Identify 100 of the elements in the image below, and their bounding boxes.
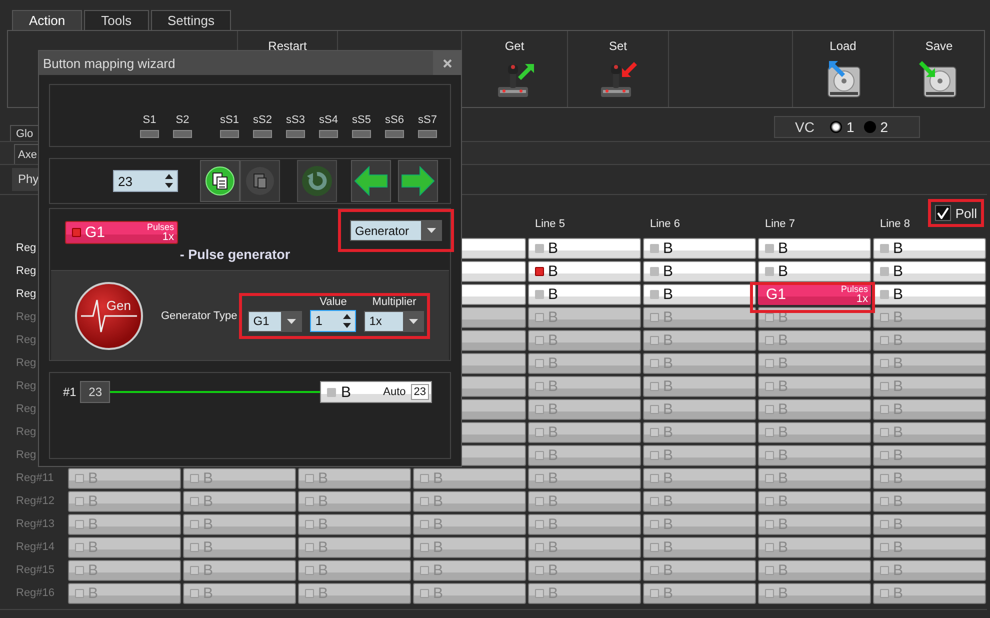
- mapping-cell[interactable]: B: [643, 261, 756, 282]
- mapping-cell[interactable]: B: [68, 514, 181, 535]
- mapping-cell[interactable]: B: [873, 491, 986, 512]
- mapping-cell[interactable]: B: [758, 514, 871, 535]
- mode-dropdown[interactable]: Generator: [350, 220, 442, 241]
- mapping-cell[interactable]: B: [873, 284, 986, 305]
- mapping-cell[interactable]: B: [643, 330, 756, 351]
- multiplier-dropdown[interactable]: 1x: [364, 310, 424, 332]
- mapping-cell[interactable]: B: [528, 284, 641, 305]
- mapping-cell[interactable]: B Auto 23: [320, 381, 432, 403]
- mapping-cell[interactable]: B: [528, 376, 641, 397]
- mapping-cell[interactable]: B: [758, 330, 871, 351]
- mapping-cell[interactable]: B: [68, 537, 181, 558]
- mapping-cell[interactable]: B: [413, 560, 526, 581]
- pulse-cell[interactable]: G1 Pulses 1x: [758, 284, 871, 305]
- mapping-cell[interactable]: B: [183, 468, 296, 489]
- mapping-cell[interactable]: B: [873, 307, 986, 328]
- mapping-cell[interactable]: B: [413, 468, 526, 489]
- mapping-cell[interactable]: B: [758, 468, 871, 489]
- toolbar-label[interactable]: Load: [830, 39, 856, 53]
- mapping-cell[interactable]: B: [528, 537, 641, 558]
- mapping-cell[interactable]: B: [528, 238, 641, 259]
- mapping-cell[interactable]: B: [528, 468, 641, 489]
- mapping-cell[interactable]: B: [758, 238, 871, 259]
- mapping-cell[interactable]: B: [758, 422, 871, 443]
- mapping-cell[interactable]: B: [183, 514, 296, 535]
- mapping-cell[interactable]: B: [758, 376, 871, 397]
- mapping-cell[interactable]: B: [643, 537, 756, 558]
- mapping-cell[interactable]: B: [758, 399, 871, 420]
- mapping-cell[interactable]: B: [873, 468, 986, 489]
- mapping-cell[interactable]: B: [528, 307, 641, 328]
- mapping-cell[interactable]: B: [643, 238, 756, 259]
- mapping-cell[interactable]: B: [528, 399, 641, 420]
- mapping-cell[interactable]: B: [758, 537, 871, 558]
- mapping-cell[interactable]: B: [298, 560, 411, 581]
- mapping-cell[interactable]: B: [183, 537, 296, 558]
- mapping-cell[interactable]: B: [758, 583, 871, 604]
- poll-checkbox[interactable]: Poll: [928, 199, 984, 227]
- mapping-cell[interactable]: B: [643, 399, 756, 420]
- radio-option[interactable]: 2: [864, 119, 888, 135]
- mapping-cell[interactable]: B: [643, 560, 756, 581]
- mapping-cell[interactable]: B: [68, 560, 181, 581]
- mapping-cell[interactable]: B: [873, 261, 986, 282]
- mapping-cell[interactable]: B: [528, 353, 641, 374]
- mapping-cell[interactable]: B: [643, 376, 756, 397]
- mapping-cell[interactable]: B: [758, 353, 871, 374]
- mapping-cell[interactable]: B: [643, 491, 756, 512]
- mapping-cell[interactable]: B: [873, 560, 986, 581]
- mapping-cell[interactable]: B: [68, 583, 181, 604]
- mapping-cell[interactable]: B: [413, 583, 526, 604]
- value-field[interactable]: 1: [310, 310, 356, 332]
- mapping-cell[interactable]: B: [643, 353, 756, 374]
- toolbar-label[interactable]: Set: [608, 39, 627, 53]
- mapping-cell[interactable]: B: [873, 238, 986, 259]
- mapping-cell[interactable]: B: [873, 445, 986, 466]
- mapping-cell[interactable]: B: [643, 307, 756, 328]
- tab[interactable]: Action: [12, 10, 82, 30]
- mapping-cell[interactable]: B: [183, 491, 296, 512]
- mapping-cell[interactable]: B: [873, 537, 986, 558]
- mapping-cell[interactable]: B: [298, 468, 411, 489]
- mapping-cell[interactable]: B: [413, 491, 526, 512]
- mapping-cell[interactable]: B: [298, 583, 411, 604]
- mapping-cell[interactable]: B: [758, 491, 871, 512]
- tool-button[interactable]: [200, 160, 240, 202]
- mapping-cell[interactable]: B: [413, 514, 526, 535]
- mapping-cell[interactable]: B: [528, 491, 641, 512]
- mapping-cell[interactable]: B: [68, 468, 181, 489]
- radio-option[interactable]: 1: [830, 119, 854, 135]
- number-field[interactable]: 23: [113, 170, 178, 192]
- mapping-cell[interactable]: B: [68, 491, 181, 512]
- mapping-cell[interactable]: B: [298, 514, 411, 535]
- mapping-cell[interactable]: B: [528, 330, 641, 351]
- mapping-cell[interactable]: B: [528, 445, 641, 466]
- mapping-cell[interactable]: B: [873, 422, 986, 443]
- tab[interactable]: Tools: [84, 10, 148, 30]
- mapping-cell[interactable]: B: [643, 284, 756, 305]
- toolbar-label[interactable]: Get: [504, 39, 524, 53]
- mapping-cell[interactable]: B: [873, 353, 986, 374]
- mapping-cell[interactable]: B: [758, 560, 871, 581]
- close-button[interactable]: [433, 51, 461, 75]
- mapping-cell[interactable]: B: [643, 445, 756, 466]
- mapping-cell[interactable]: B: [298, 491, 411, 512]
- mapping-cell[interactable]: B: [758, 445, 871, 466]
- mapping-cell[interactable]: B: [528, 514, 641, 535]
- mapping-cell[interactable]: B: [873, 376, 986, 397]
- mapping-cell[interactable]: B: [873, 583, 986, 604]
- mapping-cell[interactable]: B: [643, 422, 756, 443]
- mapping-cell[interactable]: B: [758, 261, 871, 282]
- mapping-cell[interactable]: B: [643, 514, 756, 535]
- toolbar-label[interactable]: Save: [925, 39, 953, 53]
- mapping-cell[interactable]: B: [873, 330, 986, 351]
- mapping-cell[interactable]: B: [528, 560, 641, 581]
- mapping-cell[interactable]: B: [183, 583, 296, 604]
- mapping-cell[interactable]: B: [413, 537, 526, 558]
- mapping-cell[interactable]: B: [528, 422, 641, 443]
- mapping-cell[interactable]: B: [873, 514, 986, 535]
- mapping-cell[interactable]: B: [528, 261, 641, 282]
- type-dropdown[interactable]: G1: [248, 310, 302, 332]
- mapping-cell[interactable]: B: [183, 560, 296, 581]
- tab[interactable]: Settings: [150, 10, 232, 30]
